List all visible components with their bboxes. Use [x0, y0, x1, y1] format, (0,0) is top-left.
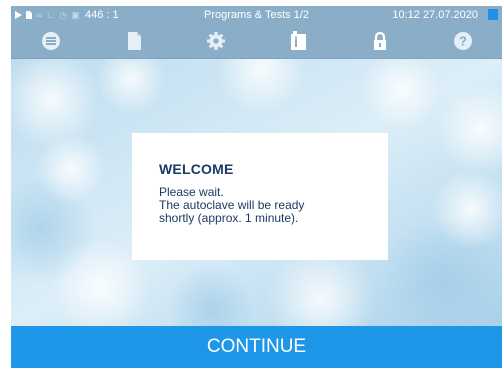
welcome-dialog: WELCOME Please wait. The autoclave will …	[132, 133, 388, 260]
datetime: 10:12 27.07.2020	[392, 9, 478, 21]
navigation-bar: ?	[11, 24, 502, 59]
menu-button[interactable]	[37, 27, 65, 55]
document-icon	[128, 32, 141, 50]
device-info-icon	[291, 31, 306, 50]
lock-icon	[374, 31, 386, 50]
dialog-message: Please wait. The autoclave will be ready…	[159, 185, 305, 225]
touchscreen: ∞ ∟ ◷ ▣ 446 : 1 Programs & Tests 1/2 10:…	[11, 6, 502, 368]
settings-button[interactable]	[202, 27, 230, 55]
login-button[interactable]	[366, 27, 394, 55]
continue-button[interactable]: CONTINUE	[11, 326, 502, 368]
help-icon: ?	[454, 32, 472, 50]
status-bar: ∞ ∟ ◷ ▣ 446 : 1 Programs & Tests 1/2 10:…	[11, 6, 502, 24]
settings-icon	[207, 32, 225, 50]
menu-icon	[42, 32, 60, 50]
status-indicator	[488, 9, 498, 20]
dialog-title: WELCOME	[159, 161, 234, 177]
help-button[interactable]: ?	[449, 27, 477, 55]
svg-text:?: ?	[459, 34, 467, 49]
device-info-button[interactable]	[284, 27, 312, 55]
protocols-button[interactable]	[120, 27, 148, 55]
